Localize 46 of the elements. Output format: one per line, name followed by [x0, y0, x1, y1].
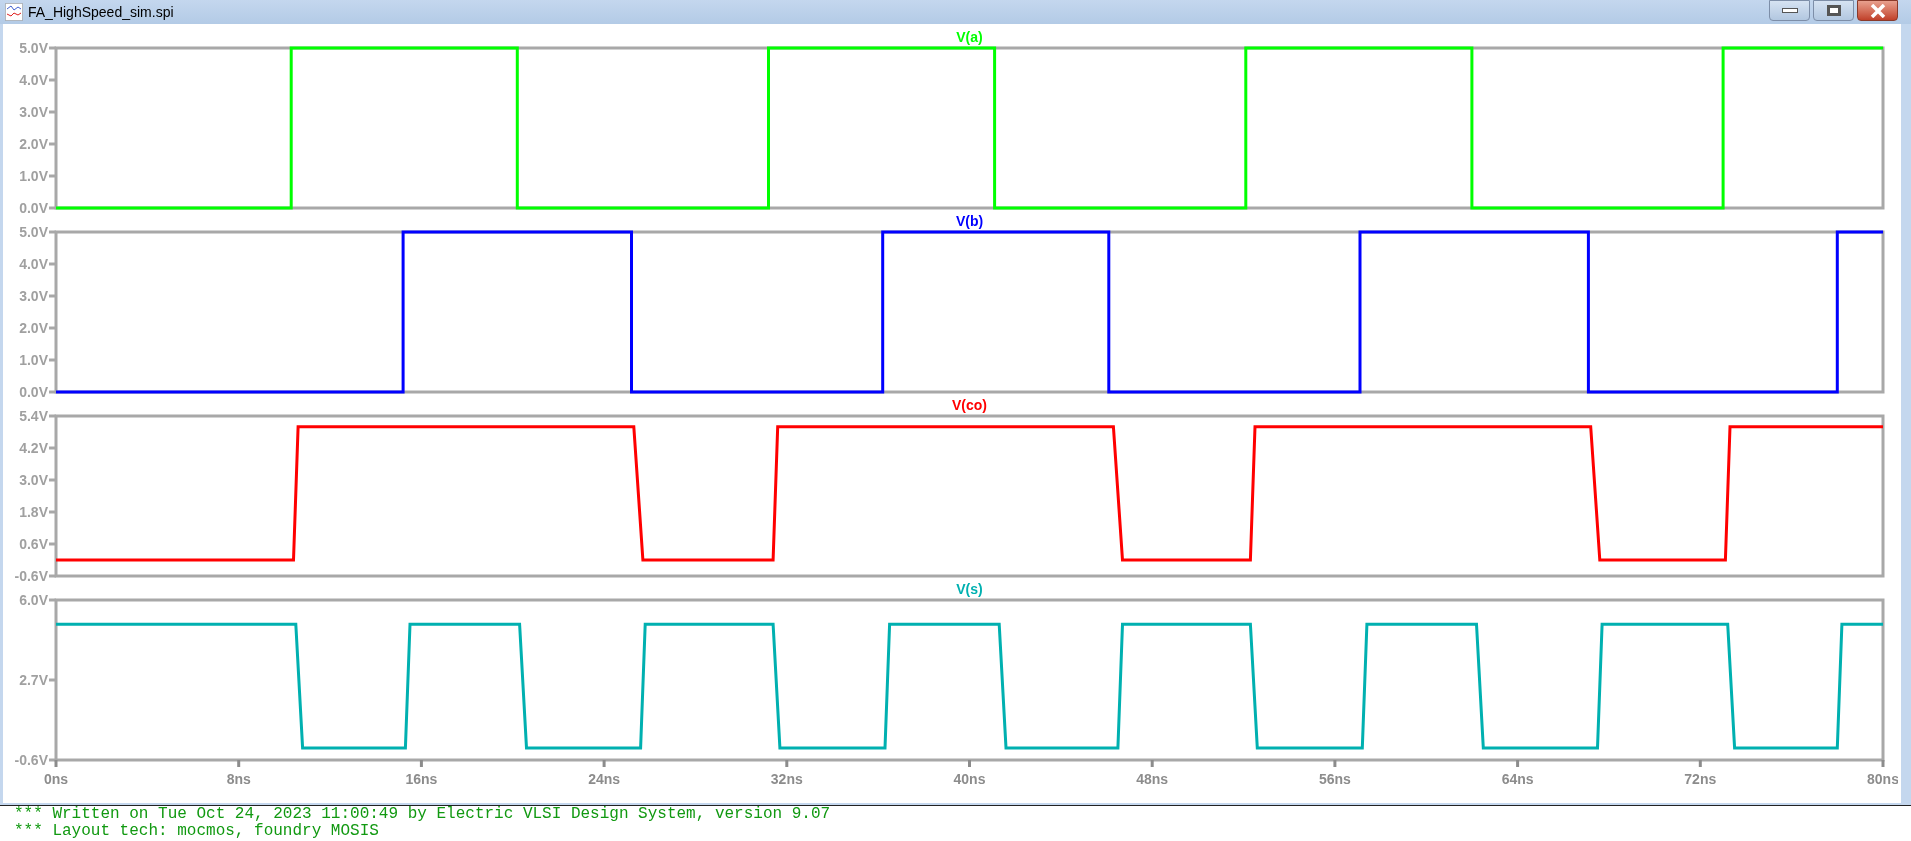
- window-title: FA_HighSpeed_sim.spi: [28, 2, 174, 22]
- minimize-icon: [1781, 8, 1798, 13]
- y-tick-label: 6.0V: [19, 592, 48, 608]
- y-tick-label: 5.4V: [19, 408, 48, 424]
- y-tick-label: 1.0V: [19, 168, 48, 184]
- y-tick-label: 2.0V: [19, 320, 48, 336]
- y-tick-label: 1.8V: [19, 504, 48, 520]
- y-tick-label: 0.6V: [19, 536, 48, 552]
- y-tick-label: 3.0V: [19, 288, 48, 304]
- y-tick-label: -0.6V: [14, 568, 48, 584]
- y-tick-label: 5.0V: [19, 224, 48, 240]
- y-tick-label: 0.0V: [19, 384, 48, 400]
- minimize-button[interactable]: [1769, 0, 1810, 21]
- maximize-button[interactable]: [1813, 0, 1854, 21]
- x-tick-label: 72ns: [1684, 771, 1717, 787]
- y-tick-label: 2.0V: [19, 136, 48, 152]
- x-tick-label: 56ns: [1318, 771, 1351, 787]
- waveform-icon: [5, 3, 23, 21]
- x-tick-label: 16ns: [405, 771, 438, 787]
- x-tick-label: 24ns: [588, 771, 621, 787]
- trace-label: V(co): [952, 397, 987, 413]
- x-tick-label: 64ns: [1501, 771, 1534, 787]
- y-tick-label: 4.2V: [19, 440, 48, 456]
- trace-label: V(a): [956, 29, 983, 45]
- y-tick-label: -0.6V: [14, 752, 48, 768]
- maximize-icon: [1826, 5, 1841, 16]
- x-tick-label: 0ns: [43, 771, 69, 787]
- y-tick-label: 4.0V: [19, 256, 48, 272]
- x-tick-label: 32ns: [770, 771, 803, 787]
- y-tick-label: 3.0V: [19, 104, 48, 120]
- x-tick-label: 40ns: [953, 771, 986, 787]
- x-tick-label: 8ns: [226, 771, 251, 787]
- y-tick-label: 5.0V: [19, 40, 48, 56]
- y-tick-label: 2.7V: [19, 672, 48, 688]
- y-tick-label: 3.0V: [19, 472, 48, 488]
- y-tick-label: 4.0V: [19, 72, 48, 88]
- y-tick-label: 1.0V: [19, 352, 48, 368]
- log-line: *** Written on Tue Oct 24, 2023 11:00:49 by Electric VLSI Design System, version 9.07: [14, 806, 832, 823]
- trace-label: V(b): [955, 213, 984, 229]
- trace-label: V(s): [956, 581, 983, 597]
- y-tick-label: 0.0V: [19, 200, 48, 216]
- x-tick-label: 48ns: [1136, 771, 1169, 787]
- x-tick-label: 80ns: [1867, 771, 1898, 787]
- close-icon: [1869, 3, 1886, 18]
- log-line: *** Layout tech: mocmos, foundry MOSIS: [14, 823, 380, 840]
- close-button[interactable]: [1857, 0, 1898, 21]
